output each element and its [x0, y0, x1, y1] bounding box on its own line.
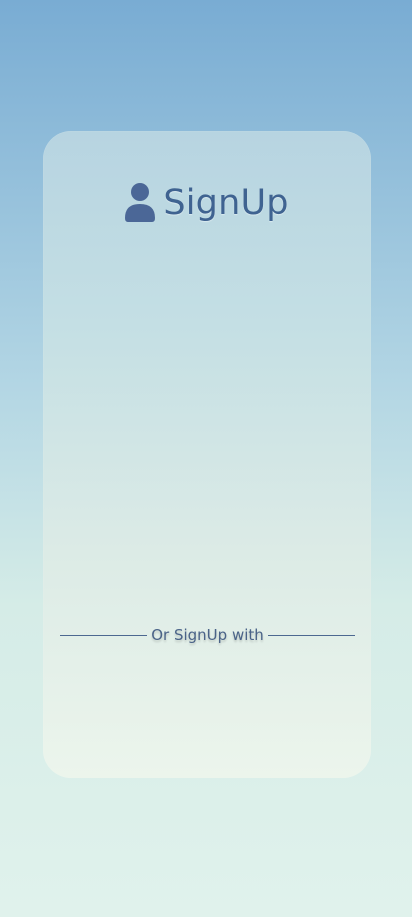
user-icon: [125, 183, 156, 222]
page-title: SignUp: [163, 183, 289, 223]
divider-label: Or SignUp with: [151, 626, 264, 644]
signup-card: SignUp Or SignUp with: [43, 131, 371, 778]
divider-line-right: [267, 634, 355, 636]
social-signup-divider: Or SignUp with: [60, 624, 355, 646]
card-header: SignUp: [43, 183, 371, 223]
divider-line-left: [60, 634, 148, 636]
